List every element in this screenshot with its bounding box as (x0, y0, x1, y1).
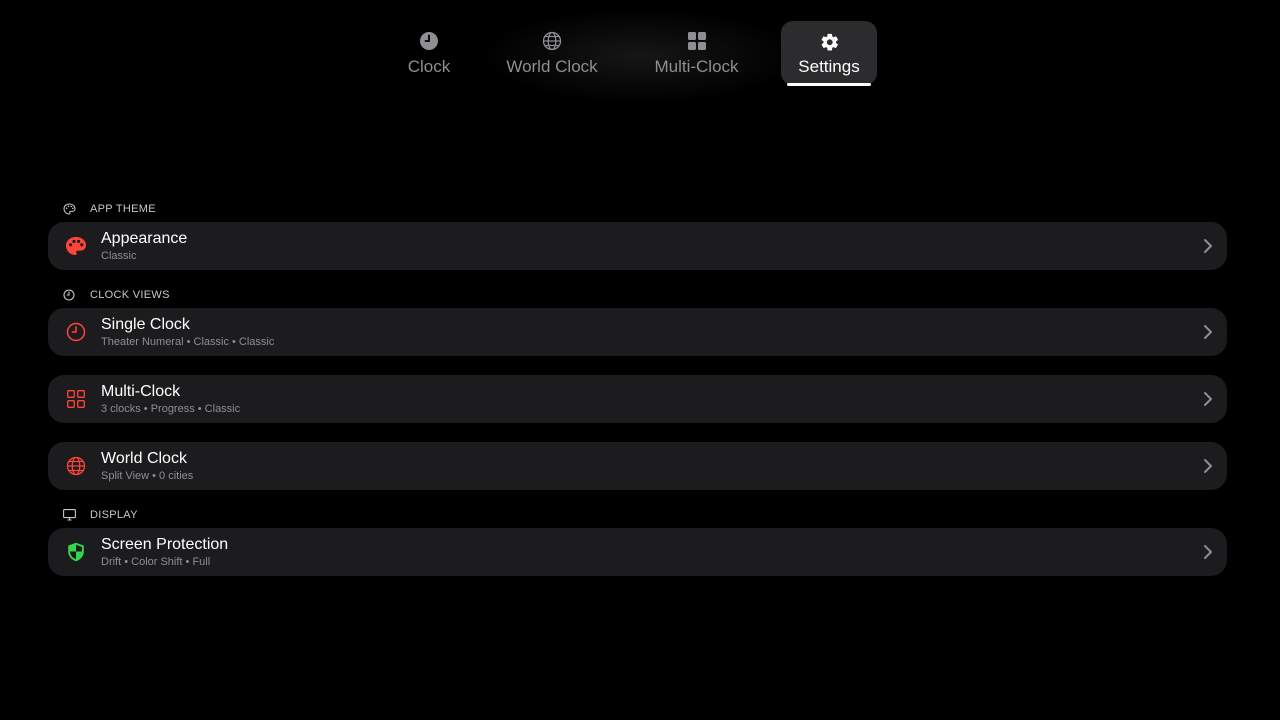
tab-multi-clock[interactable]: Multi-Clock (628, 21, 765, 85)
section-header-label: CLOCK VIEWS (90, 289, 170, 301)
globe-icon (64, 454, 88, 478)
row-subtitle: Theater Numeral • Classic • Classic (101, 335, 275, 348)
top-tab-bar: Clock World Clock Multi-Clock Settings (0, 0, 1280, 104)
display-icon (62, 508, 76, 522)
palette-icon (64, 234, 88, 258)
gear-icon (818, 30, 840, 52)
settings-row-screen-protection[interactable]: Screen Protection Drift • Color Shift • … (48, 528, 1227, 576)
row-title: Single Clock (101, 315, 190, 333)
grid-icon (64, 387, 88, 411)
chevron-right-icon (1204, 392, 1212, 406)
globe-icon (541, 30, 563, 52)
row-title: Multi-Clock (101, 382, 181, 400)
palette-icon (62, 202, 76, 216)
row-subtitle: 3 clocks • Progress • Classic (101, 402, 241, 415)
settings-row-world-clock[interactable]: World Clock Split View • 0 cities (48, 442, 1227, 490)
row-title: Screen Protection (101, 535, 229, 553)
clock-icon (64, 320, 88, 344)
tab-label: Clock (407, 57, 451, 76)
row-subtitle: Split View • 0 cities (101, 469, 194, 482)
row-texts: Single Clock Theater Numeral • Classic •… (101, 315, 274, 350)
tab-clock[interactable]: Clock (382, 21, 476, 85)
row-texts: Multi-Clock 3 clocks • Progress • Classi… (101, 382, 240, 417)
tab-label: Settings (798, 57, 860, 76)
section-header-display: DISPLAY (62, 506, 1227, 524)
tab-label: Multi-Clock (654, 57, 739, 76)
row-texts: World Clock Split View • 0 cities (101, 449, 193, 484)
tab-label: World Clock (506, 57, 598, 76)
section-header-clock-views: CLOCK VIEWS (62, 286, 1227, 304)
section-header-label: DISPLAY (90, 509, 138, 521)
settings-row-appearance[interactable]: Appearance Classic (48, 222, 1227, 270)
tab-list: Clock World Clock Multi-Clock Settings (382, 21, 877, 86)
tab-settings[interactable]: Settings (781, 21, 877, 86)
settings-list: APP THEME Appearance Classic CLOCK VIEWS… (48, 200, 1227, 576)
clock-icon (418, 30, 440, 52)
chevron-right-icon (1204, 325, 1212, 339)
row-texts: Appearance Classic (101, 229, 187, 264)
row-title: Appearance (101, 229, 188, 247)
active-tab-indicator (787, 83, 871, 86)
grid-icon (686, 30, 708, 52)
clock-icon (62, 288, 76, 302)
chevron-right-icon (1204, 239, 1212, 253)
shield-icon (64, 540, 88, 564)
row-subtitle: Drift • Color Shift • Full (101, 555, 211, 568)
row-texts: Screen Protection Drift • Color Shift • … (101, 535, 228, 570)
chevron-right-icon (1204, 459, 1212, 473)
chevron-right-icon (1204, 545, 1212, 559)
tab-world-clock[interactable]: World Clock (476, 21, 628, 85)
settings-row-multi-clock[interactable]: Multi-Clock 3 clocks • Progress • Classi… (48, 375, 1227, 423)
row-title: World Clock (101, 449, 187, 467)
section-header-app-theme: APP THEME (62, 200, 1227, 218)
section-header-label: APP THEME (90, 203, 156, 215)
settings-row-single-clock[interactable]: Single Clock Theater Numeral • Classic •… (48, 308, 1227, 356)
row-subtitle: Classic (101, 249, 137, 262)
